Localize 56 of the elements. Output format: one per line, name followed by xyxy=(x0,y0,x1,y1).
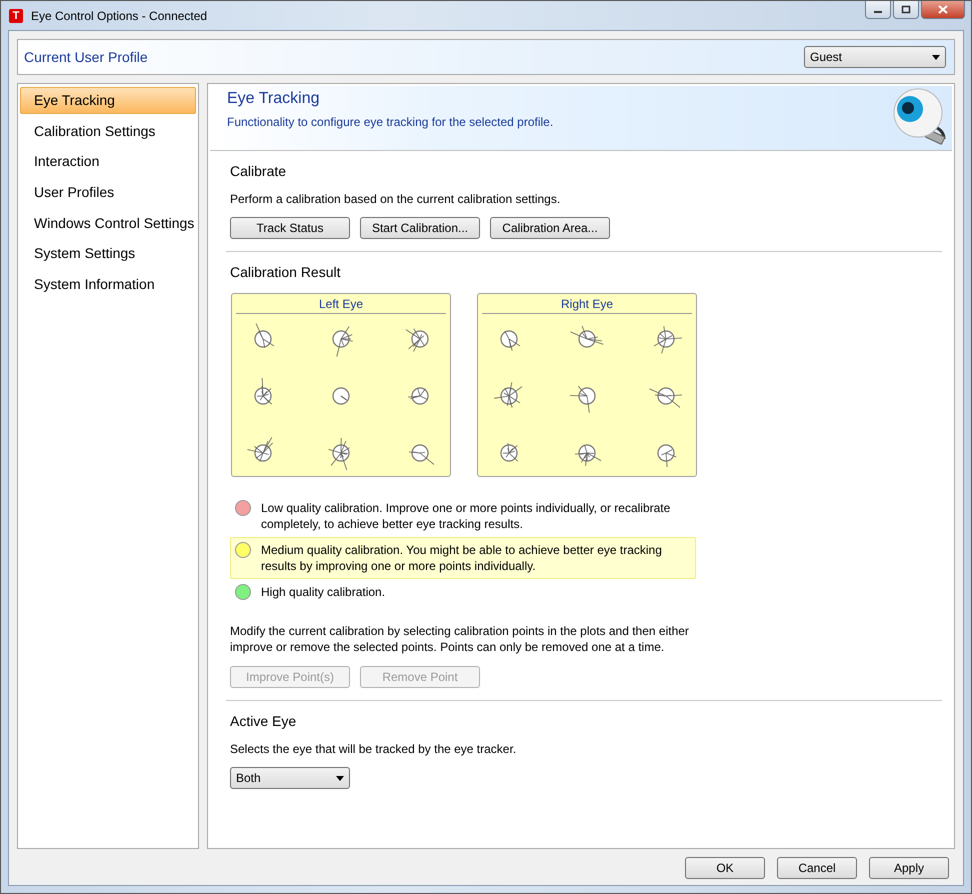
calibration-point[interactable] xyxy=(570,325,604,348)
dialog-button[interactable]: Cancel xyxy=(777,857,857,879)
sidebar-item[interactable]: System Settings xyxy=(20,240,196,268)
calibrate-action-button[interactable]: Track Status xyxy=(230,217,350,239)
calibration-point[interactable] xyxy=(494,382,522,408)
calibration-point[interactable] xyxy=(500,330,520,351)
calibration-point[interactable] xyxy=(408,444,434,465)
app-icon: T xyxy=(9,8,23,22)
quality-description: Medium quality calibration. You might be able to achieve better eye tracking results by improving one or more points individually. xyxy=(261,542,663,574)
dialog-button[interactable]: OK xyxy=(685,857,765,879)
quality-description: High quality calibration. xyxy=(261,584,386,600)
calibration-point[interactable] xyxy=(254,378,272,405)
calibration-point[interactable] xyxy=(657,444,677,468)
caret-icon xyxy=(336,776,344,780)
caret-icon xyxy=(932,54,940,60)
maximize-icon xyxy=(901,5,911,14)
page-title: Eye Tracking xyxy=(227,90,320,108)
plot-title: Left Eye xyxy=(236,297,446,314)
calibrate-action-button[interactable]: Calibration Area... xyxy=(490,217,610,239)
calibration-point[interactable] xyxy=(328,438,350,470)
section-description: Selects the eye that will be tracked by the eye tracker. xyxy=(230,742,518,756)
calibration-point[interactable] xyxy=(332,326,354,357)
calibration-point[interactable] xyxy=(408,387,429,405)
profile-dropdown[interactable]: Guest xyxy=(804,46,946,68)
calibration-point[interactable] xyxy=(246,436,274,462)
calibration-point[interactable] xyxy=(332,387,350,405)
sidebar-item[interactable]: Windows Control Settings xyxy=(20,210,196,237)
calibration-point[interactable] xyxy=(649,387,682,408)
window-title: Eye Control Options - Connected xyxy=(31,8,208,22)
sidebar-item[interactable]: Interaction xyxy=(20,148,196,176)
section-heading: Active Eye xyxy=(230,713,298,729)
profile-label: Current User Profile xyxy=(24,49,148,65)
quality-description: Low quality calibration. Improve one or more points individually, or recalibrate completely, to achieve better eye tracking results. xyxy=(261,500,672,532)
calibration-point[interactable] xyxy=(570,386,596,414)
minimize-button[interactable] xyxy=(865,1,891,19)
sidebar-item[interactable]: System Information xyxy=(20,271,196,298)
close-icon xyxy=(938,5,948,14)
calibration-point[interactable] xyxy=(500,442,518,462)
dialog-button[interactable]: Apply xyxy=(869,857,949,879)
section-heading: Calibration Result xyxy=(230,264,342,280)
section-description: Perform a calibration based on the current calibration settings. xyxy=(230,192,562,206)
sidebar-item[interactable]: Eye Tracking xyxy=(20,87,196,114)
page-subtitle: Functionality to configure eye tracking for the selected profile. xyxy=(227,115,554,129)
calibration-point[interactable] xyxy=(654,326,682,354)
calibration-point[interactable] xyxy=(405,328,429,352)
calibrate-action-button[interactable]: Start Calibration... xyxy=(360,217,480,239)
maximize-button[interactable] xyxy=(893,1,919,19)
close-button[interactable] xyxy=(921,1,965,19)
modify-instructions: Modify the current calibration by selecting calibration points in the plots and then either improve or remove the selected points. Points can only be removed one at a time. xyxy=(230,623,690,655)
section-heading: Calibrate xyxy=(230,163,288,179)
calibration-point[interactable] xyxy=(574,444,602,466)
plot-title: Right Eye xyxy=(482,297,692,314)
active-eye-dropdown[interactable]: Both xyxy=(230,767,350,789)
sidebar-item[interactable]: User Profiles xyxy=(20,179,196,206)
calibration-point[interactable] xyxy=(254,323,274,348)
sidebar-item[interactable]: Calibration Settings xyxy=(20,118,196,145)
